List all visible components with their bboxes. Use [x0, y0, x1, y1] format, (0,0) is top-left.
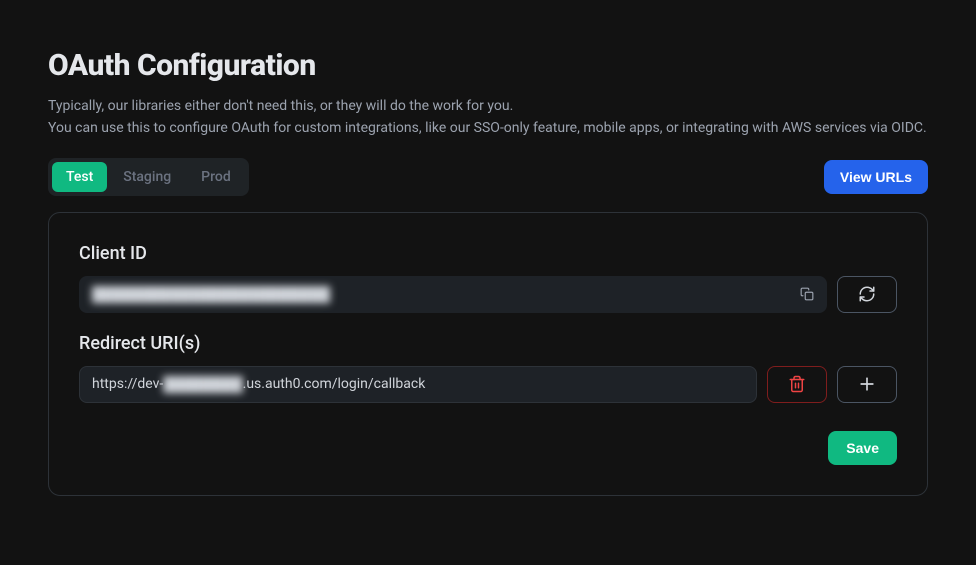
- header-row: Test Staging Prod View URLs: [48, 158, 928, 196]
- copy-client-id-button[interactable]: [797, 284, 817, 304]
- environment-tabs: Test Staging Prod: [48, 158, 249, 196]
- redirect-uri-row: https://dev-████████.us.auth0.com/login/…: [79, 366, 897, 403]
- regenerate-client-id-button[interactable]: [837, 276, 897, 313]
- trash-icon: [788, 375, 806, 393]
- delete-redirect-uri-button[interactable]: [767, 366, 827, 403]
- client-id-value: ████████████████████████: [92, 287, 330, 303]
- oauth-config-card: Client ID ████████████████████████ Redir…: [48, 212, 928, 496]
- client-id-input[interactable]: ████████████████████████: [79, 276, 827, 313]
- redirect-uris-label: Redirect URI(s): [79, 333, 897, 354]
- save-button[interactable]: Save: [828, 431, 897, 465]
- card-footer: Save: [79, 431, 897, 465]
- copy-icon: [800, 287, 814, 301]
- tab-prod[interactable]: Prod: [187, 162, 245, 192]
- page-title: OAuth Configuration: [48, 48, 928, 83]
- plus-icon: [857, 374, 877, 394]
- page-description: Typically, our libraries either don't ne…: [48, 95, 928, 140]
- tab-staging[interactable]: Staging: [109, 162, 185, 192]
- redirect-uri-input-wrap: https://dev-████████.us.auth0.com/login/…: [79, 366, 757, 403]
- description-line-2: You can use this to configure OAuth for …: [48, 120, 927, 136]
- redirect-uri-prefix: https://dev-: [92, 376, 163, 392]
- client-id-row: ████████████████████████: [79, 276, 897, 313]
- redirect-uri-input[interactable]: https://dev-████████.us.auth0.com/login/…: [79, 366, 757, 403]
- add-redirect-uri-button[interactable]: [837, 366, 897, 403]
- view-urls-button[interactable]: View URLs: [824, 160, 928, 194]
- refresh-icon: [858, 285, 876, 303]
- client-id-input-wrap: ████████████████████████: [79, 276, 827, 313]
- redirect-uri-suffix: .us.auth0.com/login/callback: [243, 376, 426, 392]
- redirect-uri-redacted: ████████: [163, 376, 242, 393]
- description-line-1: Typically, our libraries either don't ne…: [48, 98, 513, 114]
- tab-test[interactable]: Test: [52, 162, 107, 192]
- client-id-label: Client ID: [79, 243, 897, 264]
